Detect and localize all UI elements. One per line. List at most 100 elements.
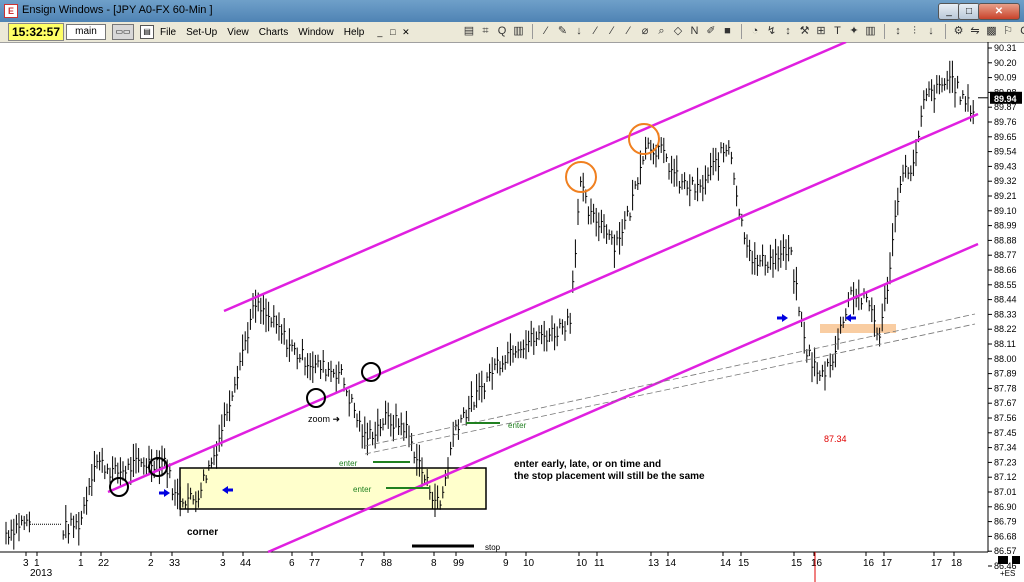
time-axis-label: 17	[931, 558, 943, 569]
tool-button-1-icon[interactable]: ⌗	[479, 24, 493, 39]
corner-annotation: corner	[187, 527, 218, 538]
menu-view[interactable]: View	[227, 27, 249, 38]
tool-button-18-icon[interactable]: ◔	[748, 24, 762, 39]
tool-button-25-icon[interactable]: ▥	[864, 24, 878, 39]
price-axis-label: 90.20	[994, 58, 1017, 68]
tool-button-20-icon[interactable]: ↕	[781, 24, 795, 39]
time-axis-label: 16	[811, 558, 823, 569]
layout-button[interactable]: ▭▭	[112, 24, 134, 40]
price-axis-label: 88.11	[994, 339, 1016, 349]
price-axis-label: 86.57	[994, 546, 1017, 556]
price-chart[interactable]: 90.3190.2090.0989.9889.8789.7689.6589.54…	[0, 42, 1024, 582]
tool-button-2-icon[interactable]: Q	[495, 24, 509, 39]
time-axis-label: 13	[648, 558, 660, 569]
tool-button-34-icon[interactable]: ⚐	[1001, 24, 1015, 39]
tool-button-11-icon[interactable]: ⌀	[638, 24, 652, 39]
note-line-2: the stop placement will still be the sam…	[514, 471, 705, 482]
note-line-1: enter early, late, or on time and	[514, 459, 661, 470]
tool-button-29-icon[interactable]: ↓	[924, 24, 938, 39]
price-axis-label: 88.77	[994, 250, 1017, 260]
tool-button-22-icon[interactable]: ⊞	[814, 24, 828, 39]
tool-button-15-icon[interactable]: ✐	[704, 24, 718, 39]
tool-button-0-icon[interactable]: ▤	[462, 24, 476, 39]
workspace-select[interactable]: main	[66, 24, 106, 40]
tool-button-5-icon[interactable]: ⁄	[539, 24, 553, 39]
dashed-support-line	[364, 323, 976, 455]
price-axis-label: 87.89	[994, 369, 1017, 379]
time-axis-label: 15	[738, 558, 750, 569]
year-label: 2013	[30, 568, 53, 579]
child-minimize-button[interactable]: _	[374, 27, 385, 38]
price-axis-label: 88.55	[994, 280, 1017, 290]
price-axis-label: 90.09	[994, 73, 1017, 83]
menu-window[interactable]: Window	[298, 27, 334, 38]
tool-button-6-icon[interactable]: ✎	[556, 24, 570, 39]
price-axis-label: 88.22	[994, 324, 1017, 334]
minimize-button[interactable]: _	[938, 3, 960, 20]
close-button[interactable]: ✕	[978, 3, 1020, 20]
price-axis-label: 89.21	[994, 191, 1017, 201]
maximize-button[interactable]: □	[958, 3, 980, 20]
tool-button-33-icon[interactable]: ▩	[985, 24, 999, 39]
tool-button-31-icon[interactable]: ⚙	[952, 24, 966, 39]
drawing-tools: ▤⌗Q▥⁄✎↓⁄∕⁄⌀⌕◇N✐■◔↯↕⚒⊞T✦▥↕⫶↓⚙⇋▩⚐Q	[462, 24, 1024, 40]
price-axis-label: 87.45	[994, 428, 1017, 438]
tool-button-12-icon[interactable]: ⌕	[655, 24, 669, 39]
tool-button-9-icon[interactable]: ∕	[605, 24, 619, 39]
price-axis-label: 87.67	[994, 398, 1017, 408]
tool-button-23-icon[interactable]: T	[831, 24, 845, 39]
tool-button-24-icon[interactable]: ✦	[847, 24, 861, 39]
enter-annotation-3: enter	[353, 485, 372, 494]
toolbar-separator	[944, 24, 946, 39]
tool-button-13-icon[interactable]: ◇	[671, 24, 685, 39]
time-axis-label: 3	[220, 558, 226, 569]
price-axis-label: 87.12	[994, 472, 1017, 482]
middle-channel-line	[107, 112, 979, 494]
menu-charts[interactable]: Charts	[259, 27, 288, 38]
tool-button-8-icon[interactable]: ⁄	[589, 24, 603, 39]
tool-button-32-icon[interactable]: ⇋	[968, 24, 982, 39]
price-axis-label: 87.01	[994, 487, 1017, 497]
menu-setup[interactable]: Set-Up	[186, 27, 217, 38]
enter-annotation-2: enter	[339, 459, 358, 468]
time-axis-label: 8	[431, 558, 437, 569]
time-axis-label: 10	[576, 558, 588, 569]
price-axis-label: 86.68	[994, 531, 1017, 541]
tool-button-7-icon[interactable]: ↓	[572, 24, 586, 39]
chart-area[interactable]: 90.3190.2090.0989.9889.8789.7689.6589.54…	[0, 42, 1024, 582]
price-axis-label: 87.23	[994, 457, 1017, 467]
time-axis-label: 44	[240, 558, 252, 569]
toolbar-separator	[741, 24, 742, 39]
price-axis-label: 88.66	[994, 265, 1017, 275]
ensign-app-icon[interactable]: E	[4, 4, 18, 18]
price-axis-label: 86.79	[994, 517, 1017, 527]
tool-button-27-icon[interactable]: ↕	[891, 24, 905, 39]
price-axis-label: 88.44	[994, 295, 1017, 305]
menu-bar: ▤ File Set-Up View Charts Window Help _ …	[140, 22, 413, 42]
document-icon[interactable]: ▤	[140, 25, 154, 39]
scroll-end-block[interactable]	[998, 556, 1008, 564]
child-close-button[interactable]: ✕	[400, 27, 411, 38]
tool-button-28-icon[interactable]: ⫶	[908, 24, 922, 39]
scroll-end-block[interactable]	[1012, 556, 1020, 564]
time-axis-label: 11	[594, 558, 605, 569]
tool-button-19-icon[interactable]: ↯	[765, 24, 779, 39]
price-mark-annotation: 87.34	[824, 434, 847, 444]
child-restore-button[interactable]: □	[387, 27, 398, 38]
title-bar: E Ensign Windows - [JPY A0-FX 60-Min ] _…	[0, 0, 1024, 22]
stop-annotation: stop	[485, 543, 501, 552]
right-arrow-icon	[782, 314, 788, 322]
dashed-support-line	[364, 313, 976, 447]
tool-button-10-icon[interactable]: ⁄	[622, 24, 636, 39]
tool-button-16-icon[interactable]: ■	[721, 24, 735, 39]
time-axis-label: 9	[503, 558, 509, 569]
tool-button-35-icon[interactable]: Q	[1018, 24, 1024, 39]
tool-button-3-icon[interactable]: ▥	[512, 24, 526, 39]
tool-button-14-icon[interactable]: N	[688, 24, 702, 39]
time-axis-label: 16	[863, 558, 875, 569]
price-axis-label: 88.00	[994, 354, 1017, 364]
tool-button-21-icon[interactable]: ⚒	[798, 24, 812, 39]
price-axis-label: 88.88	[994, 235, 1017, 245]
menu-help[interactable]: Help	[344, 27, 365, 38]
menu-file[interactable]: File	[160, 27, 176, 38]
